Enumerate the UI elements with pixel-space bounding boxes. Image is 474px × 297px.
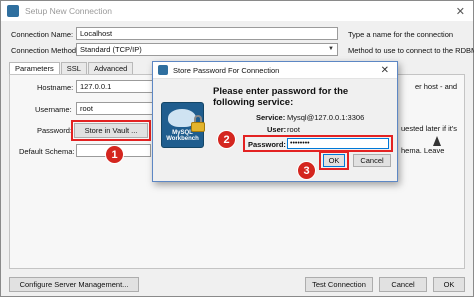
- username-label: Username:: [35, 105, 72, 114]
- dialog-close-icon[interactable]: ✕: [381, 65, 389, 76]
- username-input[interactable]: root: [76, 102, 156, 115]
- default-schema-label: Default Schema:: [19, 147, 75, 156]
- connection-name-hint: Type a name for the connection: [348, 30, 454, 39]
- mouse-cursor-icon: [433, 136, 441, 146]
- dialog-titlebar: Store Password For Connection ✕: [153, 62, 397, 79]
- dialog-title: Store Password For Connection: [173, 65, 280, 75]
- password-hint: uested later if it's: [401, 124, 458, 133]
- connection-method-value: Standard (TCP/IP): [80, 45, 142, 54]
- user-value: root: [287, 125, 300, 134]
- connection-method-label: Connection Method:: [11, 46, 79, 55]
- step-1-badge: 1: [105, 145, 124, 164]
- workbench-app-icon: [7, 5, 19, 17]
- dialog-heading: Please enter password for the following …: [213, 86, 349, 108]
- step-2-badge: 2: [217, 130, 236, 149]
- password-label: Password:: [37, 126, 73, 135]
- lock-icon: [191, 115, 205, 132]
- hostname-label: Hostname:: [37, 83, 74, 92]
- service-label: Service:: [256, 113, 286, 122]
- connection-method-select[interactable]: Standard (TCP/IP) ▼: [76, 43, 338, 56]
- tab-advanced[interactable]: Advanced: [87, 62, 134, 74]
- password-field-highlight: [243, 135, 393, 152]
- ok-button[interactable]: OK: [433, 277, 465, 292]
- configure-server-management-button[interactable]: Configure Server Management...: [9, 277, 139, 292]
- store-vault-highlight: [71, 120, 151, 141]
- step-3-badge: 3: [297, 161, 316, 180]
- cancel-button[interactable]: Cancel: [379, 277, 427, 292]
- connection-name-input[interactable]: Localhost: [76, 27, 338, 40]
- connection-name-label: Connection Name:: [11, 30, 74, 39]
- dialog-cancel-button[interactable]: Cancel: [353, 154, 391, 167]
- store-password-dialog: Store Password For Connection ✕ MySQL Wor…: [152, 61, 398, 182]
- tab-ssl[interactable]: SSL: [60, 62, 87, 74]
- setup-connection-window: Setup New Connection ✕ Connection Name: …: [0, 0, 474, 297]
- connection-method-hint: Method to use to connect to the RDBMS: [348, 46, 474, 55]
- window-titlebar: Setup New Connection ✕: [1, 1, 473, 21]
- chevron-down-icon: ▼: [328, 46, 334, 52]
- hostname-input[interactable]: 127.0.0.1: [76, 80, 156, 93]
- window-title: Setup New Connection: [25, 6, 112, 16]
- user-label: User:: [267, 125, 287, 134]
- hostname-hint: er host - and: [415, 82, 458, 91]
- ok-button-highlight: [319, 151, 349, 170]
- test-connection-button[interactable]: Test Connection: [305, 277, 373, 292]
- workbench-app-icon: [158, 65, 168, 75]
- close-icon[interactable]: ✕: [456, 5, 465, 18]
- default-schema-hint: hema. Leave: [401, 146, 445, 155]
- service-value: Mysql@127.0.0.1:3306: [287, 113, 365, 122]
